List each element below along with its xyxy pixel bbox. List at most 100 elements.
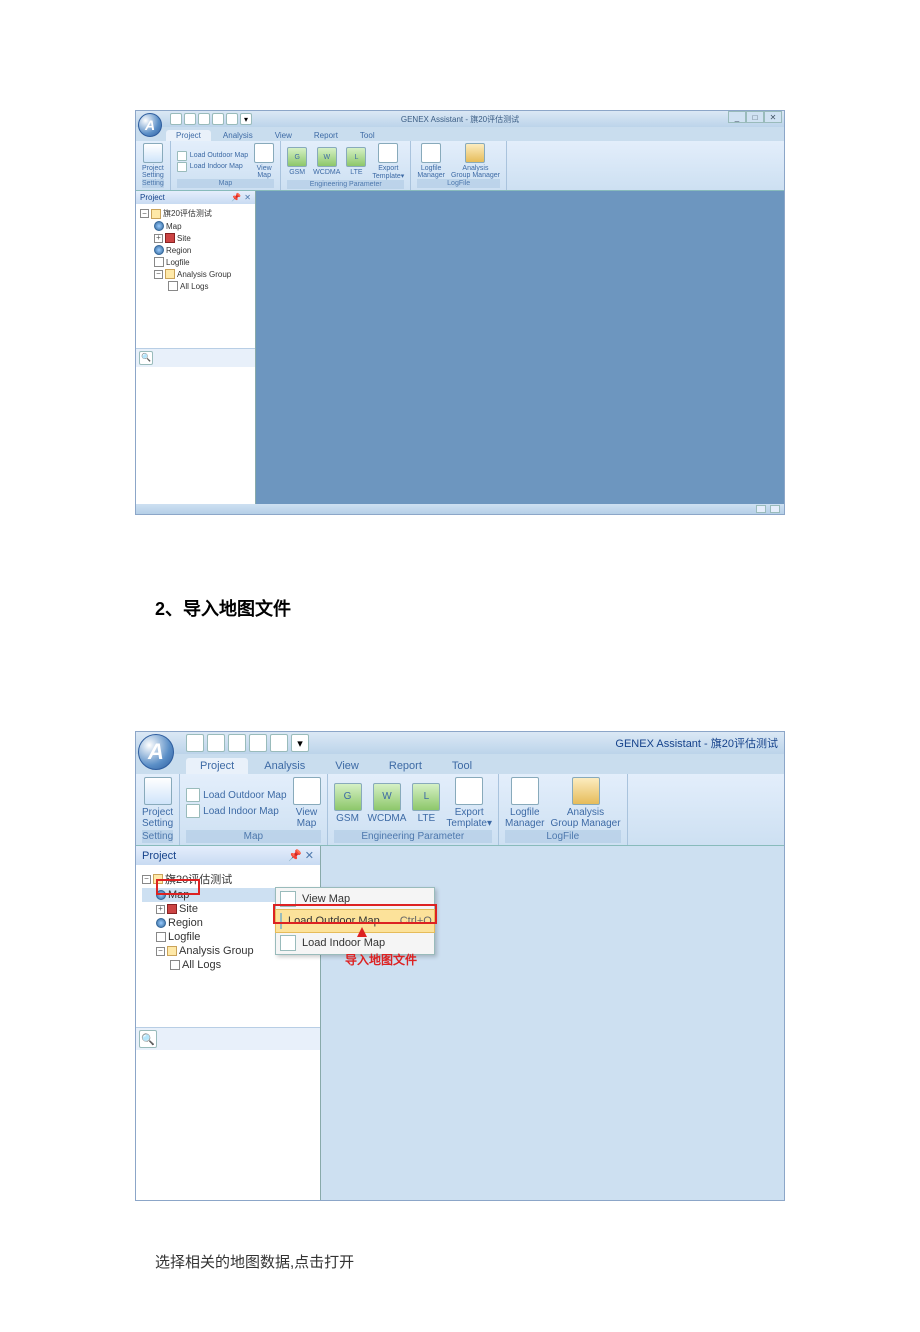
project-tree: −旗20评估测试 Map +Site Region Logfile −Analy… <box>136 204 255 348</box>
pin-icon[interactable]: 📌 <box>231 193 241 202</box>
window-controls: _ □ ✕ <box>728 111 782 123</box>
tree-root[interactable]: −旗20评估测试 <box>140 207 251 220</box>
qat-more-icon[interactable]: ▾ <box>291 734 309 752</box>
outdoor-map-icon <box>186 788 200 802</box>
export-template-icon <box>455 777 483 805</box>
qat-save-icon[interactable] <box>228 734 246 752</box>
load-indoor-map-link[interactable]: Load Indoor Map <box>186 804 286 818</box>
project-setting-button[interactable]: Project Setting <box>142 143 164 179</box>
status-ctl-1[interactable] <box>756 505 766 513</box>
region-icon <box>154 245 164 255</box>
qat-btn5-icon[interactable] <box>270 734 288 752</box>
search-button[interactable]: 🔍 <box>139 1030 157 1048</box>
close-panel-icon[interactable]: ✕ <box>244 193 251 202</box>
qat-btn4-icon[interactable] <box>249 734 267 752</box>
load-outdoor-map-link[interactable]: Load Outdoor Map <box>177 151 248 161</box>
gsm-button[interactable]: GGSM <box>287 147 307 176</box>
gsm-button[interactable]: GGSM <box>334 783 362 824</box>
tree-map[interactable]: Map <box>140 220 251 232</box>
tree-analysis-group[interactable]: −Analysis Group <box>140 268 251 280</box>
tab-view[interactable]: View <box>321 758 373 774</box>
qat-btn5-icon[interactable] <box>226 113 238 125</box>
close-panel-icon[interactable]: ✕ <box>305 849 314 862</box>
status-ctl-2[interactable] <box>770 505 780 513</box>
indoor-map-icon <box>186 804 200 818</box>
tab-analysis[interactable]: Analysis <box>250 758 319 774</box>
tab-project[interactable]: Project <box>186 758 248 774</box>
body-text: 选择相关的地图数据,点击打开 <box>155 1251 920 1272</box>
view-map-icon <box>280 891 296 907</box>
tab-view[interactable]: View <box>265 130 302 141</box>
analysis-group-manager-button[interactable]: Analysis Group Manager <box>451 143 500 179</box>
project-icon <box>153 874 163 884</box>
ribbon-group-eng-param: GGSM WWCDMA LLTE Export Template▾ Engine… <box>281 141 411 190</box>
qat-new-icon[interactable] <box>170 113 182 125</box>
lte-button[interactable]: LLTE <box>412 783 440 824</box>
ribbon-group-setting: Project Setting Setting <box>136 774 180 845</box>
view-map-button[interactable]: View Map <box>293 777 321 829</box>
site-icon <box>165 233 175 243</box>
tab-report[interactable]: Report <box>375 758 436 774</box>
project-setting-icon <box>144 777 172 805</box>
view-map-icon <box>254 143 274 163</box>
ribbon-group-logfile: Logfile Manager Analysis Group Manager L… <box>411 141 507 190</box>
tree-all-logs[interactable]: All Logs <box>140 280 251 292</box>
view-map-button[interactable]: View Map <box>254 143 274 179</box>
wcdma-button[interactable]: WWCDMA <box>368 783 407 824</box>
qat-new-icon[interactable] <box>186 734 204 752</box>
tab-analysis[interactable]: Analysis <box>213 130 263 141</box>
minimize-button[interactable]: _ <box>728 111 746 123</box>
callout-arrow <box>357 927 367 937</box>
tree-logfile[interactable]: Logfile <box>140 256 251 268</box>
export-template-icon <box>378 143 398 163</box>
tree-region[interactable]: Region <box>140 244 251 256</box>
context-menu-view-map[interactable]: View Map <box>276 888 434 910</box>
window-title: GENEX Assistant - 旗20评估测试 <box>615 735 778 751</box>
ribbon: Project Setting Setting Load Outdoor Map… <box>136 141 784 191</box>
quick-access-toolbar: ▾ <box>186 734 309 752</box>
logfile-icon <box>156 932 166 942</box>
indoor-map-icon <box>280 935 296 951</box>
tab-tool[interactable]: Tool <box>350 130 385 141</box>
qat-open-icon[interactable] <box>207 734 225 752</box>
search-row: 🔍 <box>136 348 255 367</box>
qat-save-icon[interactable] <box>198 113 210 125</box>
tree-all-logs[interactable]: All Logs <box>142 958 314 972</box>
tab-tool[interactable]: Tool <box>438 758 486 774</box>
maximize-button[interactable]: □ <box>746 111 764 123</box>
wcdma-button[interactable]: WWCDMA <box>313 147 340 176</box>
outdoor-map-icon <box>280 913 282 929</box>
globe-icon <box>156 890 166 900</box>
callout-text: 导入地图文件 <box>345 951 417 968</box>
load-indoor-map-link[interactable]: Load Indoor Map <box>177 162 248 172</box>
ribbon-group-setting: Project Setting Setting <box>136 141 171 190</box>
search-button[interactable]: 🔍 <box>139 351 153 365</box>
qat-more-icon[interactable]: ▾ <box>240 113 252 125</box>
logfile-manager-button[interactable]: Logfile Manager <box>505 777 544 829</box>
project-icon <box>151 209 161 219</box>
export-template-button[interactable]: Export Template▾ <box>446 777 492 829</box>
qat-open-icon[interactable] <box>184 113 196 125</box>
tree-root[interactable]: −旗20评估测试 <box>142 870 314 888</box>
project-setting-button[interactable]: Project Setting <box>142 777 173 829</box>
logfile-manager-button[interactable]: Logfile Manager <box>417 143 445 179</box>
analysis-group-manager-button[interactable]: Analysis Group Manager <box>551 777 621 829</box>
load-outdoor-map-link[interactable]: Load Outdoor Map <box>186 788 286 802</box>
context-menu-load-outdoor-map[interactable]: Load Outdoor MapCtrl+O <box>275 909 435 933</box>
tab-project[interactable]: Project <box>166 130 211 141</box>
gsm-icon: G <box>287 147 307 167</box>
lte-button[interactable]: LLTE <box>346 147 366 176</box>
site-icon <box>167 904 177 914</box>
qat-btn4-icon[interactable] <box>212 113 224 125</box>
app-orb[interactable]: A <box>138 113 162 137</box>
ribbon-group-eng-param: GGSM WWCDMA LLTE Export Template▾ Engine… <box>328 774 500 845</box>
export-template-button[interactable]: Export Template▾ <box>372 143 404 180</box>
app-orb[interactable]: A <box>138 734 174 770</box>
close-button[interactable]: ✕ <box>764 111 782 123</box>
tree-site[interactable]: +Site <box>140 232 251 244</box>
pin-icon[interactable]: 📌 <box>288 849 302 862</box>
all-logs-icon <box>170 960 180 970</box>
view-map-icon <box>293 777 321 805</box>
tab-report[interactable]: Report <box>304 130 348 141</box>
project-setting-icon <box>143 143 163 163</box>
